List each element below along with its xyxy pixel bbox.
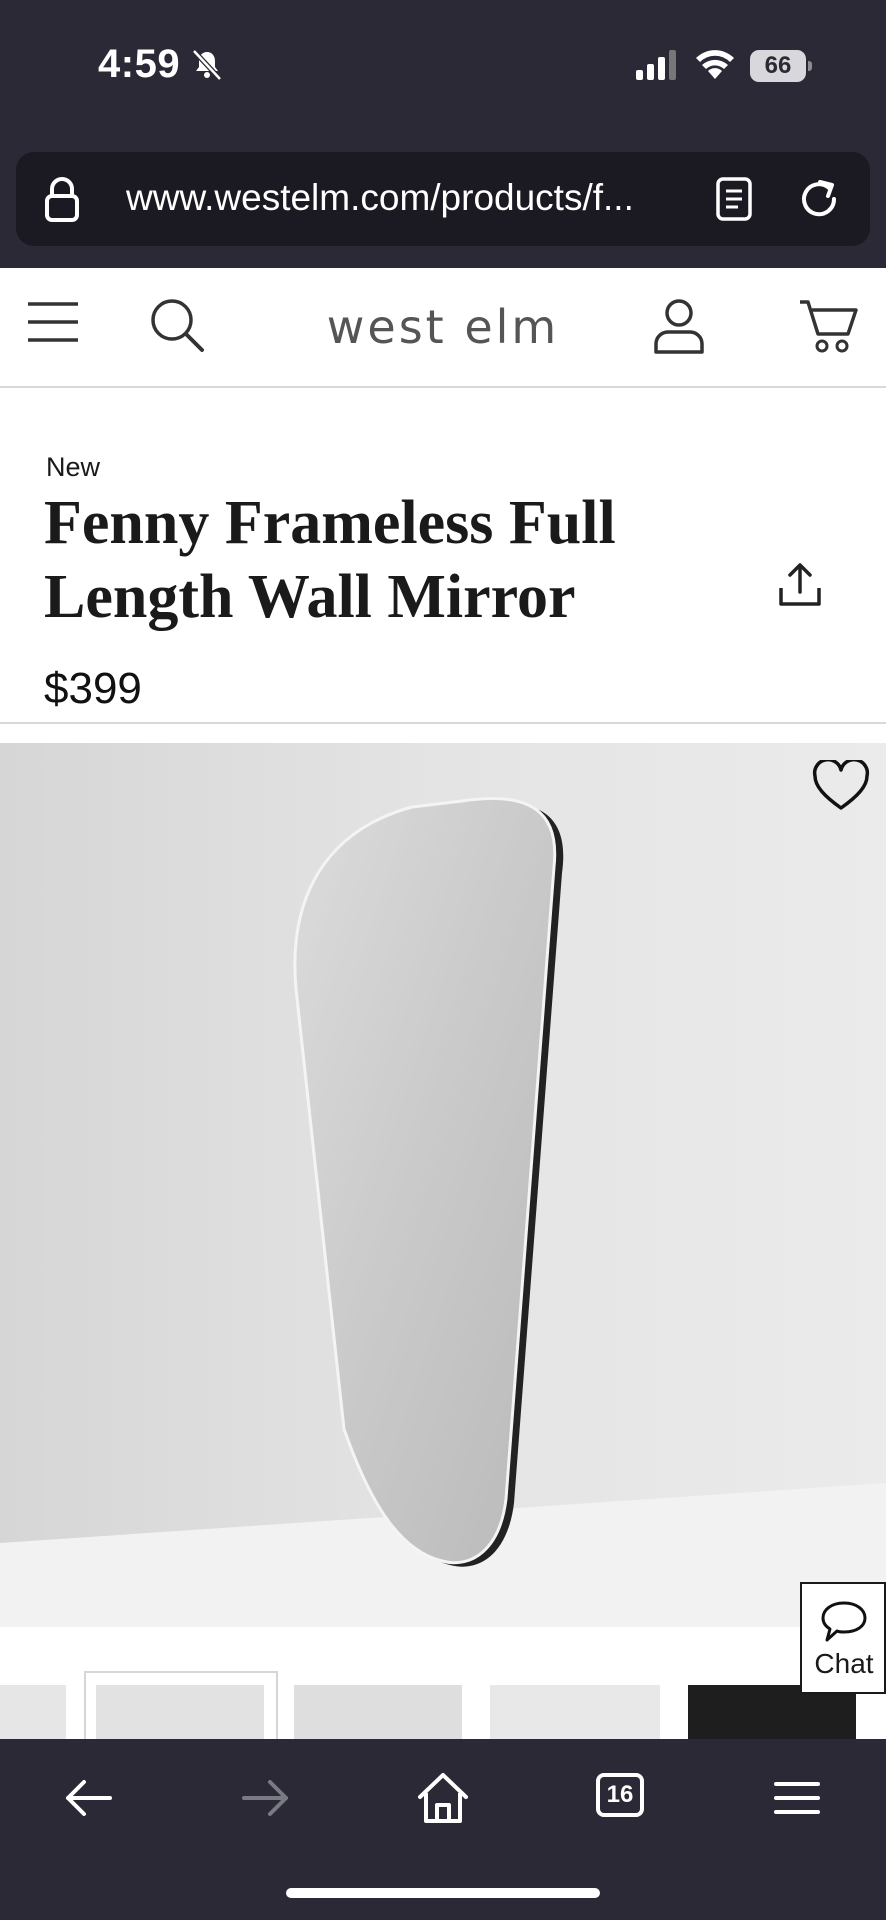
product-image[interactable] [0,743,886,1627]
wifi-icon [696,50,734,79]
chat-button[interactable]: Chat [800,1582,886,1694]
address-bar[interactable]: www.westelm.com/products/f... [16,152,870,246]
forward-arrow-icon[interactable] [236,1769,294,1827]
url-text[interactable]: www.westelm.com/products/f... [126,177,634,219]
chat-bubble-icon [821,1601,867,1642]
new-badge: New [46,452,101,482]
divider [0,722,886,724]
home-icon[interactable] [414,1769,472,1827]
bell-slash-icon [192,49,222,81]
home-indicator[interactable] [286,1888,600,1898]
menu-icon[interactable] [768,1769,826,1827]
reader-icon[interactable] [714,176,754,222]
battery-level: 66 [764,52,792,79]
back-arrow-icon[interactable] [60,1769,118,1827]
product-price: $399 [44,664,142,713]
cellular-signal-icon [636,50,676,80]
browser-top-chrome: 4:59 66 www.westelm.com/products/f... [0,0,886,268]
site-logo[interactable]: west elm [0,300,886,354]
chat-label: Chat [814,1648,874,1679]
thumbnail-2[interactable] [294,1685,462,1739]
cart-icon[interactable] [798,296,858,354]
tabs-icon[interactable]: 16 [596,1773,644,1817]
account-icon[interactable] [652,298,706,354]
lock-icon [45,177,79,222]
reload-icon[interactable] [796,176,842,222]
thumbnail-1[interactable] [84,1671,278,1739]
site-header: west elm [0,268,886,388]
heart-icon[interactable] [812,760,870,812]
thumbnail-0[interactable] [0,1685,66,1739]
thumbnail-3[interactable] [490,1685,660,1739]
share-icon[interactable] [776,560,824,608]
product-title: Fenny Frameless Full Length Wall Mirror [44,489,616,631]
battery-icon: 66 [750,50,812,82]
thumbnail-strip [0,1627,886,1739]
status-time: 4:59 [98,42,181,86]
